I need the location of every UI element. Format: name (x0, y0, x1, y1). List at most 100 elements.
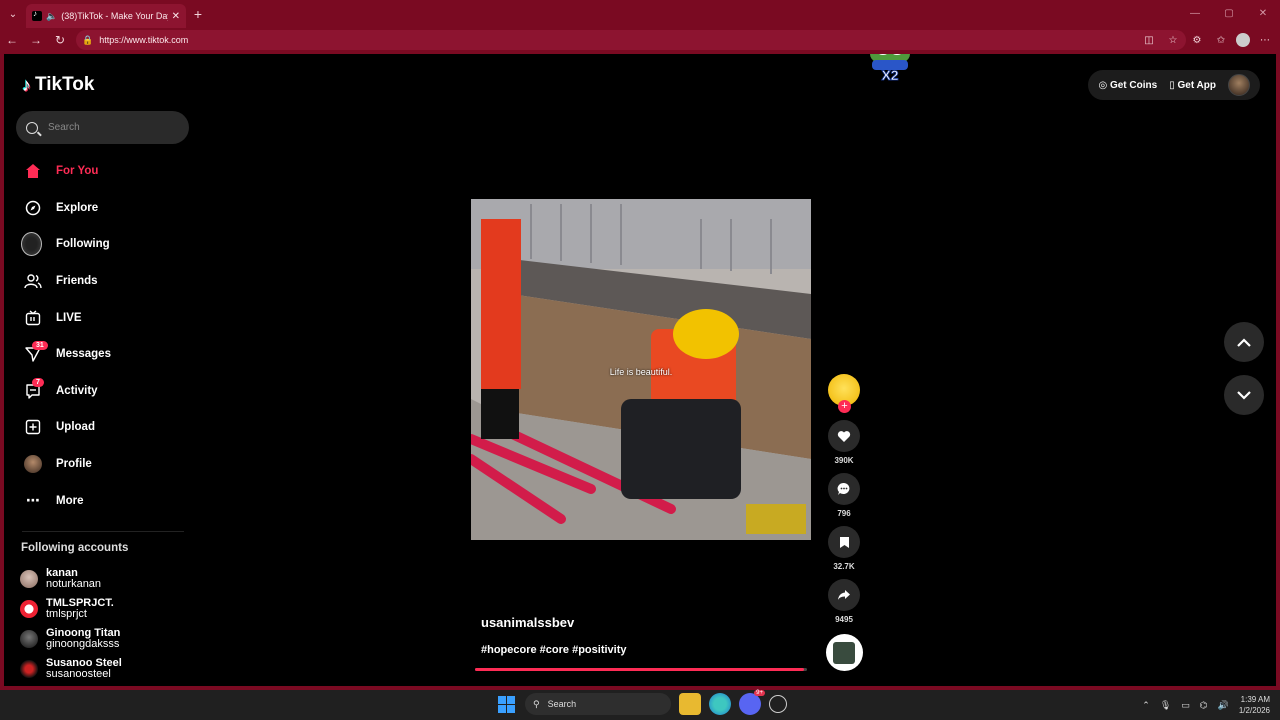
favorite-star-icon[interactable]: ☆ (1164, 35, 1182, 46)
back-icon[interactable]: ← (0, 33, 24, 47)
bookmark-icon (839, 536, 849, 548)
music-disc[interactable] (825, 634, 863, 671)
list-item[interactable]: Ginoong Titan ginoongdaksss (20, 624, 190, 654)
sidebar-item-live[interactable]: LIVE (16, 299, 191, 336)
taskbar-search-icon: ⚲ (533, 698, 540, 709)
sidebar-item-label: Messages (56, 348, 111, 361)
sidebar-item-label: Explore (56, 201, 99, 214)
list-item[interactable]: TMLSPRJCT. tmlsprjct (20, 594, 190, 624)
sidebar-item-messages[interactable]: 31 Messages (16, 336, 191, 373)
tab-close-icon[interactable]: ✕ (172, 11, 180, 22)
browser-profile-avatar[interactable] (1236, 33, 1250, 47)
profile-avatar (24, 455, 42, 474)
browser-menu-icon[interactable]: ⋯ (1256, 35, 1274, 46)
video-author[interactable]: usanimalssbev (481, 615, 574, 630)
activity-badge: 7 (32, 377, 44, 387)
sidebar-item-label: LIVE (56, 311, 82, 324)
display-icon[interactable]: ▭ (1181, 700, 1190, 711)
sticker-text: X2 (881, 67, 898, 83)
chevron-up-icon (1237, 337, 1251, 347)
extensions-icon[interactable]: ⚙ (1188, 35, 1206, 46)
sidebar-item-label: Friends (56, 275, 98, 288)
sidebar-item-profile[interactable]: Profile (16, 446, 191, 483)
upload-icon (24, 418, 42, 436)
get-app-button[interactable]: ▯ Get App (1169, 80, 1216, 91)
tab-actions-menu-icon[interactable]: ⌄ (0, 0, 26, 28)
share-button[interactable] (828, 579, 860, 611)
avatar (20, 660, 38, 678)
sidebar-item-label: Upload (56, 421, 95, 434)
tab-title: (38)TikTok - Make Your Day (61, 11, 168, 21)
tab-bar: ⌄ 🔈 (38)TikTok - Make Your Day ✕ + — ▢ ✕ (0, 0, 1280, 28)
refresh-icon[interactable]: ↻ (48, 33, 72, 47)
maximize-icon[interactable]: ▢ (1212, 0, 1246, 28)
sidebar-item-label: Following (56, 238, 110, 251)
sidebar-item-activity[interactable]: 7 Activity (16, 373, 191, 410)
friends-icon (24, 272, 42, 290)
music-cover (833, 641, 855, 664)
system-tray: ⌃ 🎙 ▭ ⌬ 🔊 1:39 AM 1/2/2026 (1142, 690, 1270, 720)
account-handle: tmlsprjct (46, 608, 87, 620)
address-bar[interactable]: 🔒 https://www.tiktok.com (76, 30, 1186, 50)
forward-icon[interactable]: → (24, 33, 48, 47)
video-hashtags[interactable]: #hopecore #core #positivity (481, 644, 627, 656)
tray-overflow-icon[interactable]: ⌃ (1142, 700, 1150, 711)
sidebar-item-explore[interactable]: Explore (16, 190, 191, 227)
discord-icon[interactable]: 9+ (739, 690, 765, 715)
messages-badge: 31 (32, 340, 48, 350)
share-icon (838, 590, 850, 600)
live-icon (24, 309, 42, 327)
like-button[interactable] (828, 420, 860, 452)
follow-plus-icon[interactable]: + (838, 400, 851, 413)
tiktok-logo[interactable]: ♪ TikTok (22, 74, 94, 96)
previous-video-button[interactable] (1224, 322, 1264, 362)
sidebar-item-more[interactable]: ⋯ More (16, 482, 191, 519)
windows-start-icon[interactable] (495, 693, 517, 715)
save-action: 32.7K (828, 526, 860, 571)
windows-taskbar: ⚲ Search 9+ ⌃ 🎙 ▭ ⌬ 🔊 1:39 AM 1/2/2026 (0, 690, 1280, 720)
sidebar-item-for-you[interactable]: For You (16, 153, 191, 190)
list-item[interactable]: Susanoo Steel susanoosteel (20, 654, 190, 684)
comment-button[interactable] (828, 473, 860, 505)
more-icon: ⋯ (26, 492, 40, 509)
video-player[interactable]: Life is beautiful. (471, 199, 811, 540)
favorites-icon[interactable]: ✩ (1212, 35, 1230, 46)
speaker-icon[interactable]: 🔈 (46, 11, 57, 22)
tiktok-favicon-icon (32, 9, 42, 21)
user-avatar[interactable] (1228, 74, 1250, 96)
next-video-button[interactable] (1224, 375, 1264, 415)
volume-icon[interactable]: 🔊 (1218, 700, 1229, 711)
tab-tiktok[interactable]: 🔈 (38)TikTok - Make Your Day ✕ (26, 4, 186, 28)
search-box[interactable] (16, 111, 189, 144)
heart-icon (837, 430, 851, 442)
clock[interactable]: 1:39 AM 1/2/2026 (1239, 694, 1270, 716)
search-input[interactable] (48, 122, 168, 133)
sidebar-item-upload[interactable]: Upload (16, 409, 191, 446)
file-explorer-icon[interactable] (679, 693, 701, 715)
sidebar-item-label: Activity (56, 384, 98, 397)
microphone-icon[interactable]: 🎙 (1160, 700, 1171, 711)
minimize-icon[interactable]: — (1178, 0, 1212, 28)
sidebar-nav: For You Explore Following Friends LIVE 3… (16, 153, 191, 519)
creator-avatar[interactable]: + (828, 374, 860, 413)
share-count: 9495 (835, 615, 853, 624)
list-item[interactable]: kanan noturkanan (20, 564, 190, 594)
url-text: https://www.tiktok.com (99, 35, 189, 45)
edge-browser-icon[interactable] (709, 693, 731, 715)
split-screen-icon[interactable]: ◫ (1140, 35, 1158, 46)
video-progress-bar[interactable] (475, 668, 807, 671)
app-icon[interactable] (769, 695, 787, 713)
tiktok-page: ♪ TikTok For You Explore Following Fr (4, 54, 1276, 686)
sidebar-item-friends[interactable]: Friends (16, 263, 191, 300)
sidebar-item-following[interactable]: Following (16, 226, 191, 263)
avatar (20, 600, 38, 618)
account-handle: ginoongdaksss (46, 638, 120, 650)
save-button[interactable] (828, 526, 860, 558)
window-close-icon[interactable]: ✕ (1246, 0, 1280, 28)
get-coins-button[interactable]: ◎ Get Coins (1098, 80, 1157, 91)
taskbar-search[interactable]: ⚲ Search (525, 693, 671, 715)
sidebar-divider (22, 531, 184, 532)
avatar (20, 630, 38, 648)
network-icon[interactable]: ⌬ (1200, 700, 1208, 711)
new-tab-icon[interactable]: + (186, 6, 210, 22)
